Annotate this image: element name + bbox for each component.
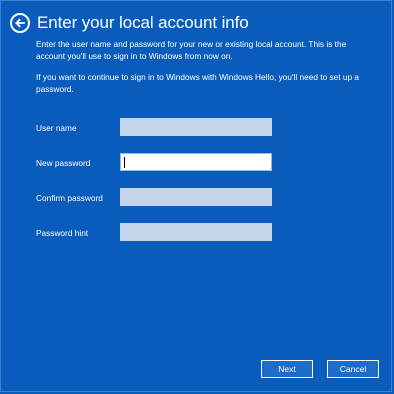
new-password-field[interactable]: [120, 153, 272, 171]
username-label: User name: [36, 123, 77, 133]
password-hint-field[interactable]: [120, 223, 272, 241]
page-title: Enter your local account info: [37, 13, 249, 32]
back-arrow-icon: [15, 18, 25, 28]
text-caret: [124, 157, 125, 168]
new-password-label: New password: [36, 158, 91, 168]
confirm-password-field[interactable]: [120, 188, 272, 206]
description-paragraph-2: If you want to continue to sign in to Wi…: [36, 72, 360, 94]
confirm-password-label: Confirm password: [36, 193, 103, 203]
description-paragraph-1: Enter the user name and password for you…: [36, 39, 347, 61]
next-button[interactable]: Next: [261, 360, 313, 378]
header: Enter your local account info: [10, 10, 249, 36]
password-hint-label: Password hint: [36, 228, 89, 238]
back-button[interactable]: [10, 13, 30, 33]
cancel-button[interactable]: Cancel: [327, 360, 379, 378]
username-field[interactable]: [120, 118, 272, 136]
